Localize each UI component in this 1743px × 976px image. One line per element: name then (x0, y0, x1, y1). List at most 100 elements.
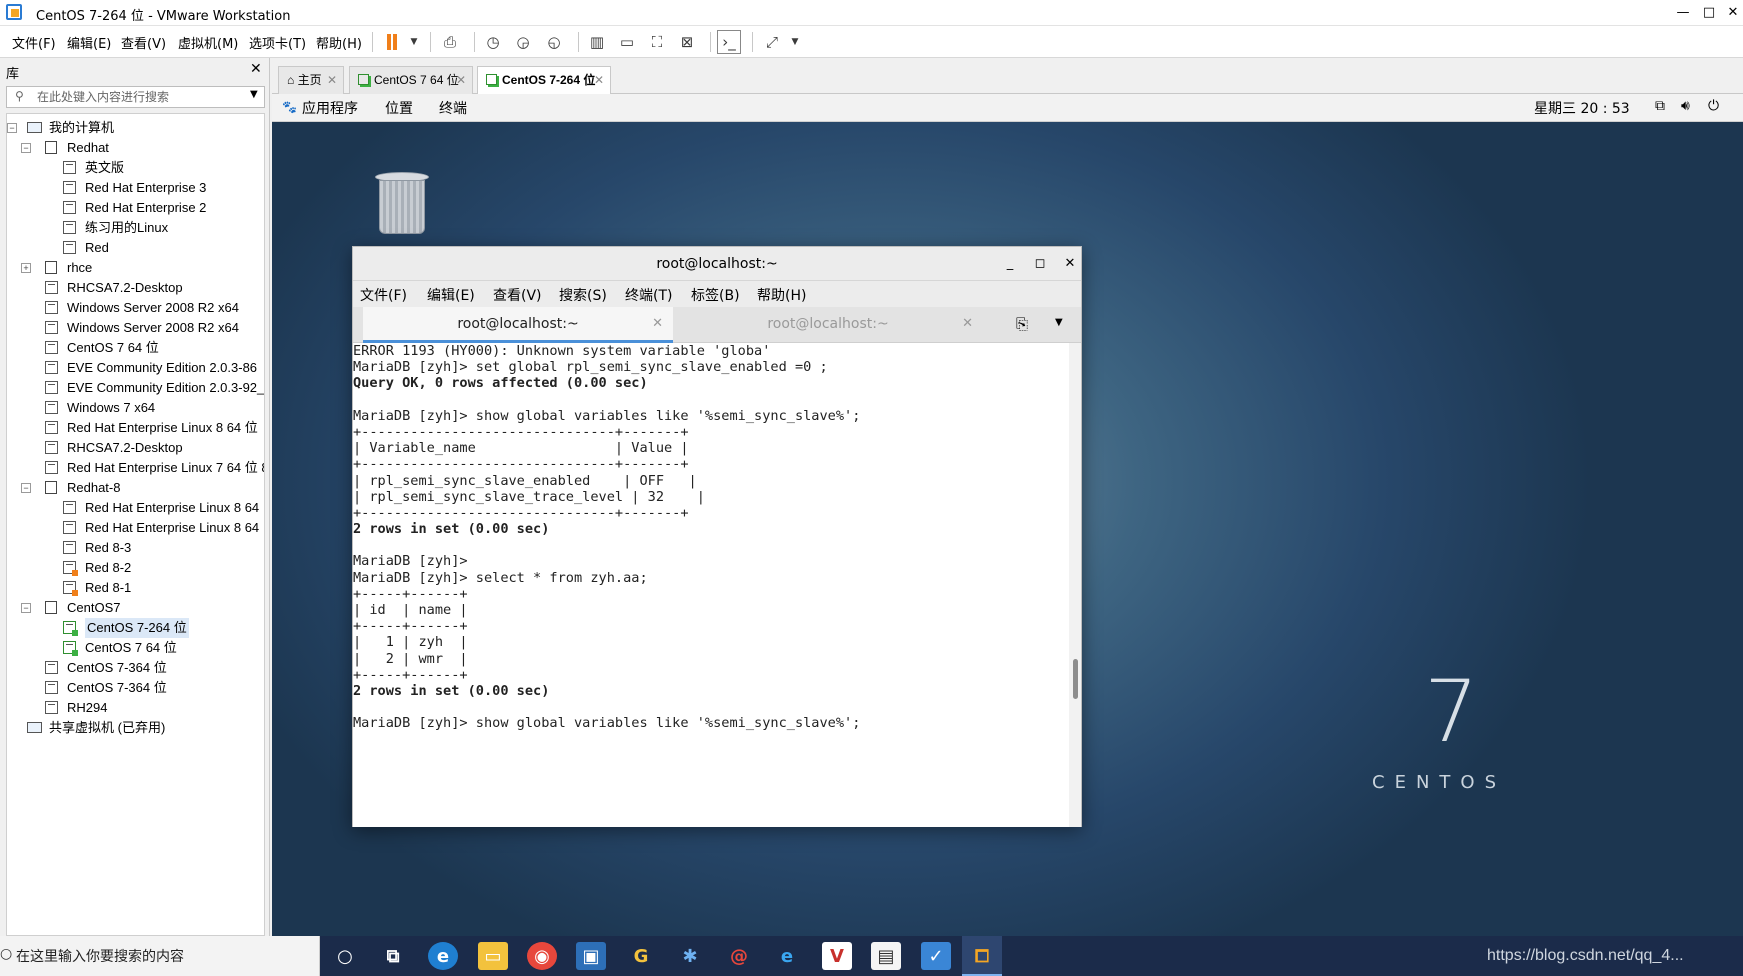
task-view-icon[interactable]: ⧉ (378, 942, 408, 970)
terminal-scrollbar[interactable] (1069, 343, 1081, 827)
tree-item[interactable]: Red (7, 238, 264, 258)
close-icon[interactable]: ✕ (250, 61, 262, 77)
chevron-down-icon[interactable]: ▼ (402, 30, 426, 54)
guest-screen[interactable]: 🐾 应用程序 位置 终端 星期三 20 : 53 ⧉ 🔊︎ ⏻ 7 CENTOS… (272, 94, 1743, 936)
tree-item[interactable]: Red 8-3 (7, 538, 264, 558)
revert-snapshot-icon[interactable]: ◶ (511, 30, 535, 54)
tree-item[interactable]: CentOS 7-364 位 (7, 678, 264, 698)
vs-app-icon[interactable]: V (822, 942, 852, 970)
network-icon[interactable]: ⧉ (1655, 98, 1665, 114)
close-button[interactable]: ✕ (1713, 2, 1743, 24)
close-icon[interactable]: ✕ (594, 67, 604, 93)
collapse-icon[interactable]: − (7, 123, 17, 133)
minimize-icon[interactable]: _ (999, 253, 1021, 275)
close-icon[interactable]: ✕ (456, 67, 466, 93)
term-menu-search[interactable]: 搜索(S) (559, 285, 607, 305)
tree-item[interactable]: Windows Server 2008 R2 x64 (7, 298, 264, 318)
term-menu-terminal[interactable]: 终端(T) (625, 285, 672, 305)
chrome-icon[interactable]: ◉ (527, 942, 557, 970)
chevron-down-icon[interactable]: ▼ (1055, 317, 1063, 328)
media-app-icon[interactable]: ▣ (576, 942, 606, 970)
menu-terminal[interactable]: 终端 (439, 98, 467, 118)
chevron-down-icon[interactable]: ▼ (783, 30, 807, 54)
new-tab-icon[interactable]: ⎘ (1016, 315, 1028, 333)
tree-item[interactable]: Red Hat Enterprise 3 (7, 178, 264, 198)
tree-item[interactable]: Windows Server 2008 R2 x64 (7, 318, 264, 338)
tree-item[interactable]: EVE Community Edition 2.0.3-92_v (7, 378, 264, 398)
library-view-icon[interactable]: ▥ (585, 30, 609, 54)
tree-item[interactable]: Red 8-1 (7, 578, 264, 598)
tree-item[interactable]: 练习用的Linux (7, 218, 264, 238)
expand-icon[interactable]: + (21, 263, 31, 273)
collapse-icon[interactable]: − (21, 483, 31, 493)
edge-alt-icon[interactable]: e (772, 942, 802, 970)
menu-view[interactable]: 查看(V) (121, 33, 166, 52)
volume-icon[interactable]: 🔊︎ (1681, 98, 1690, 114)
tree-item[interactable]: CentOS 7-364 位 (7, 658, 264, 678)
tree-item[interactable]: Red Hat Enterprise Linux 8 64 位 (7, 418, 264, 438)
cortana-icon[interactable]: ○ (330, 942, 360, 970)
tree-item[interactable]: 英文版 (7, 158, 264, 178)
close-icon[interactable]: ✕ (327, 67, 337, 93)
send-keys-icon[interactable]: ⎙ (438, 30, 462, 54)
menu-vm[interactable]: 虚拟机(M) (178, 33, 238, 52)
tree-item[interactable]: CentOS 7 64 位 (7, 338, 264, 358)
tree-item[interactable]: Red Hat Enterprise Linux 8 64 (7, 498, 264, 518)
term-menu-help[interactable]: 帮助(H) (757, 285, 806, 305)
tree-item[interactable]: 共享虚拟机 (已弃用) (7, 718, 264, 738)
menu-edit[interactable]: 编辑(E) (67, 33, 111, 52)
unity-icon[interactable]: ⊠ (675, 30, 699, 54)
tree-item[interactable]: Red Hat Enterprise Linux 7 64 位 8 (7, 458, 264, 478)
vmware-taskbar-icon[interactable]: ⧠ (967, 942, 997, 970)
flow-app-icon[interactable]: ✱ (675, 942, 705, 970)
terminal-output[interactable]: ERROR 1193 (HY000): Unknown system varia… (353, 343, 1069, 827)
tree-item[interactable]: CentOS 7-264 位 (7, 618, 264, 638)
sogou-icon[interactable]: G (626, 942, 656, 970)
close-icon[interactable]: ✕ (962, 307, 973, 341)
tree-item[interactable]: Red Hat Enterprise 2 (7, 198, 264, 218)
tree-item[interactable]: EVE Community Edition 2.0.3-86 (7, 358, 264, 378)
thumbnail-view-icon[interactable]: ▭ (615, 30, 639, 54)
collapse-icon[interactable]: − (21, 143, 31, 153)
terminal-titlebar[interactable]: root@localhost:~ _ ◻ ✕ (353, 247, 1081, 281)
terminal-tab-2[interactable]: root@localhost:~ ✕ (673, 307, 983, 343)
tree-item[interactable]: RHCSA7.2-Desktop (7, 438, 264, 458)
tree-item[interactable]: RHCSA7.2-Desktop (7, 278, 264, 298)
tree-item[interactable]: CentOS 7 64 位 (7, 638, 264, 658)
tab-centos-7-64[interactable]: CentOS 7 64 位 ✕ (349, 66, 473, 94)
snail-app-icon[interactable]: @ (724, 942, 754, 970)
menu-places[interactable]: 位置 (385, 98, 413, 118)
chevron-down-icon[interactable]: ▼ (250, 89, 258, 100)
desktop[interactable]: 7 CENTOS root@localhost:~ _ ◻ ✕ 文件(F) 编辑… (272, 122, 1743, 936)
tree-item[interactable]: − Redhat (7, 138, 264, 158)
edge-icon[interactable]: e (428, 942, 458, 970)
close-icon[interactable]: ✕ (1059, 253, 1081, 275)
tree-item[interactable]: − CentOS7 (7, 598, 264, 618)
snapshot-manager-icon[interactable]: ◵ (542, 30, 566, 54)
terminal-window[interactable]: root@localhost:~ _ ◻ ✕ 文件(F) 编辑(E) 查看(V)… (352, 246, 1082, 827)
term-menu-tabs[interactable]: 标签(B) (691, 285, 740, 305)
menu-tabs[interactable]: 选项卡(T) (249, 33, 306, 52)
tree-item[interactable]: Windows 7 x64 (7, 398, 264, 418)
pause-icon[interactable] (380, 30, 404, 54)
stretch-icon[interactable]: ⤢ (760, 30, 784, 54)
tree-item[interactable]: Red Hat Enterprise Linux 8 64 (7, 518, 264, 538)
snapshot-icon[interactable]: ◷ (481, 30, 505, 54)
terminal-tab-1[interactable]: root@localhost:~ ✕ (363, 307, 673, 343)
close-icon[interactable]: ✕ (652, 307, 663, 341)
term-menu-file[interactable]: 文件(F) (360, 285, 407, 305)
tab-home[interactable]: ⌂ 主页 ✕ (278, 66, 344, 94)
tree-item[interactable]: RH294 (7, 698, 264, 718)
tree-item[interactable]: − Redhat-8 (7, 478, 264, 498)
menu-applications[interactable]: 应用程序 (302, 98, 358, 118)
taskbar-search-input[interactable] (16, 945, 306, 967)
trash-icon[interactable] (375, 172, 429, 234)
tree-item[interactable]: Red 8-2 (7, 558, 264, 578)
menu-file[interactable]: 文件(F) (12, 33, 56, 52)
term-menu-edit[interactable]: 编辑(E) (427, 285, 475, 305)
library-search-input[interactable] (37, 88, 247, 106)
tree-item[interactable]: + rhce (7, 258, 264, 278)
document-app-icon[interactable]: ▤ (871, 942, 901, 970)
collapse-icon[interactable]: − (21, 603, 31, 613)
maximize-icon[interactable]: ◻ (1029, 253, 1051, 275)
